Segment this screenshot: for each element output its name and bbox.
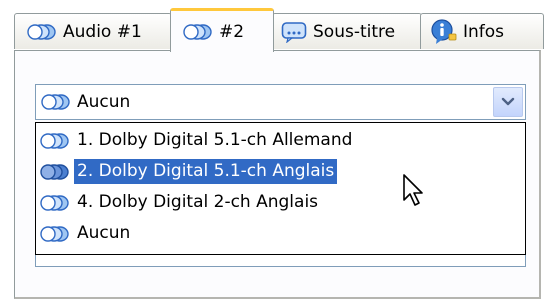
list-item-label: 2. Dolby Digital 5.1-ch Anglais [74, 159, 338, 184]
speaker-icon [27, 23, 57, 40]
audio-track-dropdown-list[interactable]: 1. Dolby Digital 5.1-ch Allemand 2. Dolb… [35, 122, 526, 255]
subtitle-icon [281, 21, 307, 43]
list-item[interactable]: 4. Dolby Digital 2-ch Anglais [36, 187, 525, 218]
list-item-label: 1. Dolby Digital 5.1-ch Allemand [77, 130, 353, 150]
speaker-icon [40, 132, 70, 149]
tab-info-label: Infos [463, 21, 505, 42]
tab-audio-2-label: #2 [219, 21, 245, 42]
info-icon [429, 18, 457, 45]
speaker-icon [40, 225, 70, 242]
speaker-icon [40, 194, 70, 211]
tab-info[interactable]: Infos [420, 13, 544, 49]
speaker-selected-icon [40, 163, 70, 180]
tab-audio-1-label: Audio #1 [63, 21, 142, 42]
list-item[interactable]: Aucun [36, 218, 525, 249]
audio-track-combo[interactable]: Aucun [35, 84, 526, 120]
combo-dropdown-button[interactable] [493, 87, 523, 117]
combo-selected-value: Aucun [77, 92, 131, 112]
list-item[interactable]: 1. Dolby Digital 5.1-ch Allemand [36, 125, 525, 156]
speaker-icon [41, 94, 71, 110]
speaker-icon [183, 23, 213, 40]
audio-settings-window: Audio #1 #2 Sous-titre Infos Aucun 1. Do… [0, 0, 544, 306]
tab-subtitles[interactable]: Sous-titre [272, 13, 422, 49]
list-item-label: 4. Dolby Digital 2-ch Anglais [77, 192, 319, 212]
chevron-down-icon [501, 97, 515, 107]
tab-audio-2[interactable]: #2 [170, 8, 274, 52]
tab-subtitles-label: Sous-titre [313, 21, 396, 42]
list-item-selected[interactable]: 2. Dolby Digital 5.1-ch Anglais [36, 156, 525, 187]
mouse-pointer-icon [402, 173, 426, 213]
list-item-label: Aucun [77, 223, 131, 243]
tab-audio-1[interactable]: Audio #1 [14, 13, 172, 49]
